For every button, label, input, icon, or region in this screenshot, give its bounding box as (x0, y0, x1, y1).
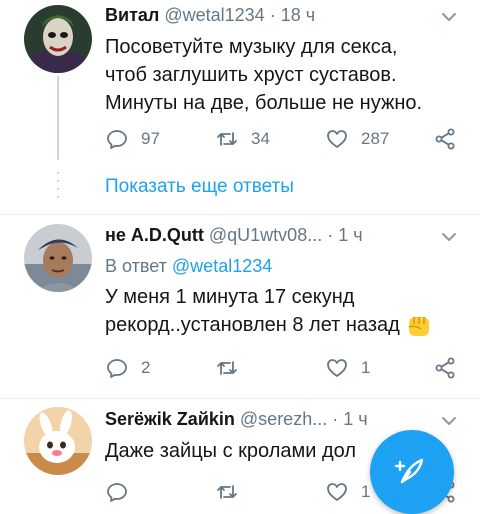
share-icon (435, 357, 455, 379)
tweet-header: Serёжik Zайkin @serezh... · 1 ч (105, 406, 466, 432)
user-handle[interactable]: @qU1wtv08... (209, 225, 322, 245)
thread-dot (57, 196, 59, 198)
divider (0, 398, 480, 399)
retweet-count: 34 (251, 129, 270, 148)
reply-context: В ответ @wetal1234 (105, 253, 272, 279)
like-button[interactable]: 287 (325, 124, 389, 154)
like-button[interactable]: 1 (325, 477, 370, 507)
separator-dot: · (332, 409, 339, 429)
tweet-actions: 2 1 (105, 353, 460, 383)
thread-dot (57, 188, 59, 190)
tweet-text-segment: рекорд..установлен 8 лет назад (105, 314, 400, 336)
like-button[interactable]: 1 (325, 353, 370, 383)
display-name[interactable]: Serёжik Zайkin (105, 409, 235, 429)
tweet-text-line: Посоветуйте музыку для секса, (105, 36, 398, 58)
separator-dot: · (327, 225, 334, 245)
compose-tweet-icon (394, 458, 424, 484)
tweet-actions: 97 34 287 (105, 124, 460, 154)
tweet-header: не A.D.Qutt @qU1wtv08... · 1 ч (105, 222, 466, 248)
user-handle[interactable]: @wetal1234 (164, 5, 264, 25)
reply-button[interactable]: 2 (105, 353, 150, 383)
reply-button[interactable] (105, 477, 141, 507)
thread-dot (57, 180, 59, 182)
display-name[interactable]: не A.D.Qutt (105, 225, 204, 245)
reply-icon (107, 359, 127, 378)
retweet-button[interactable]: 34 (215, 124, 270, 154)
chevron-down-icon[interactable] (440, 8, 458, 26)
compose-tweet-button[interactable] (370, 430, 454, 514)
chevron-down-icon[interactable] (440, 228, 458, 246)
retweet-button[interactable] (215, 353, 251, 383)
user-handle[interactable]: @serezh... (240, 409, 327, 429)
reply-icon (107, 130, 127, 149)
reply-prefix: В ответ (105, 256, 167, 276)
tweet-text-line: рекорд..установлен 8 лет назад (105, 311, 460, 339)
divider (0, 214, 480, 215)
avatar[interactable] (24, 224, 92, 292)
tweet-text: У меня 1 минута 17 секунд рекорд..устано… (105, 283, 460, 339)
fist-emoji-icon (409, 316, 430, 336)
tweet-text-line: У меня 1 минута 17 секунд (105, 286, 355, 308)
reply-button[interactable]: 97 (105, 124, 160, 154)
separator-dot: · (269, 5, 276, 25)
timestamp[interactable]: 1 ч (343, 409, 367, 429)
like-count: 287 (361, 129, 390, 148)
reply-count: 97 (141, 129, 160, 148)
avatar[interactable] (24, 5, 92, 73)
share-icon (435, 128, 455, 150)
like-icon (327, 359, 347, 377)
timestamp[interactable]: 18 ч (281, 5, 315, 25)
tweet-text-line: чтоб заглушить хруст суставов. (105, 64, 397, 86)
show-more-replies-link[interactable]: Показать еще ответы (105, 174, 294, 200)
share-button[interactable] (433, 353, 457, 383)
chevron-down-icon[interactable] (440, 412, 458, 430)
thread-dot (57, 172, 59, 174)
retweet-icon (217, 485, 237, 499)
avatar[interactable] (24, 407, 92, 475)
like-count: 1 (361, 482, 371, 501)
tweet-header: Витал @wetal1234 · 18 ч (105, 2, 466, 28)
reply-count: 2 (141, 358, 151, 377)
like-count: 1 (361, 358, 371, 377)
reply-mention-link[interactable]: @wetal1234 (172, 256, 272, 276)
thread-line (57, 76, 59, 160)
share-button[interactable] (433, 124, 457, 154)
tweet-text: Посоветуйте музыку для секса, чтоб заглу… (105, 33, 460, 117)
retweet-icon (217, 132, 237, 146)
retweet-button[interactable] (215, 477, 251, 507)
display-name[interactable]: Витал (105, 5, 159, 25)
retweet-icon (217, 361, 237, 375)
reply-icon (107, 483, 127, 502)
like-icon (327, 483, 347, 501)
tweet-text-line: Минуты на две, больше не нужно. (105, 92, 423, 114)
like-icon (327, 130, 347, 148)
timestamp[interactable]: 1 ч (338, 225, 362, 245)
